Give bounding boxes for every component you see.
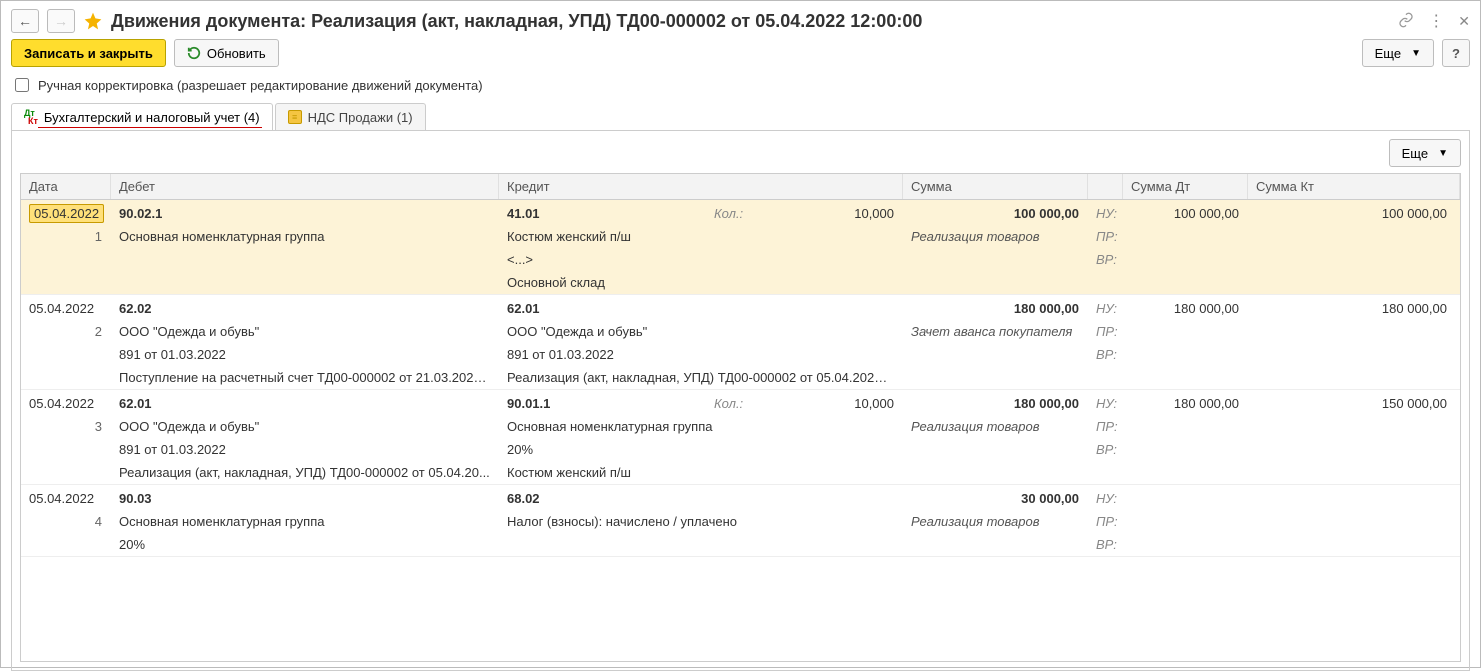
more-button[interactable]: Еще ▼ (1362, 39, 1434, 67)
col-credit[interactable]: Кредит (499, 174, 903, 199)
tab-accounting[interactable]: ДтКт Бухгалтерский и налоговый учет (4) (11, 103, 273, 130)
help-button[interactable]: ? (1442, 39, 1470, 67)
posting-row[interactable]: 05.04.2022 90.03 68.02 30 000,00 НУ: 4 О… (21, 485, 1460, 557)
posting-row[interactable]: 05.04.2022 62.01 90.01.1Кол.:10,000 180 … (21, 390, 1460, 485)
manual-edit-checkbox[interactable] (15, 78, 29, 92)
kebab-menu-icon[interactable]: ⋮ (1428, 11, 1444, 31)
grid-more-label: Еще (1402, 146, 1428, 161)
dtkt-icon: ДтКт (24, 109, 38, 125)
col-tax (1088, 174, 1123, 199)
more-label: Еще (1375, 46, 1401, 61)
caret-down-icon: ▼ (1411, 48, 1421, 59)
close-icon[interactable]: ✕ (1458, 13, 1470, 30)
manual-edit-label: Ручная корректировка (разрешает редактир… (38, 78, 483, 93)
col-debit[interactable]: Дебет (111, 174, 499, 199)
manual-edit-checkbox-row[interactable]: Ручная корректировка (разрешает редактир… (11, 75, 1470, 95)
save-and-close-button[interactable]: Записать и закрыть (11, 39, 166, 67)
tab-vat-label: НДС Продажи (1) (308, 110, 413, 125)
tab-vat-sales[interactable]: ≡ НДС Продажи (1) (275, 103, 426, 130)
tab-accounting-label: Бухгалтерский и налоговый учет (4) (44, 110, 260, 125)
col-sum[interactable]: Сумма (903, 174, 1088, 199)
refresh-button[interactable]: Обновить (174, 39, 279, 67)
favorite-star-icon[interactable] (83, 11, 103, 31)
postings-grid[interactable]: Дата Дебет Кредит Сумма Сумма Дт Сумма К… (20, 173, 1461, 662)
grid-header-row: Дата Дебет Кредит Сумма Сумма Дт Сумма К… (21, 174, 1460, 200)
nav-back-button[interactable]: ← (11, 9, 39, 33)
document-icon: ≡ (288, 110, 302, 124)
refresh-label: Обновить (207, 46, 266, 61)
nav-forward-button[interactable]: → (47, 9, 75, 33)
window-title: Движения документа: Реализация (акт, нак… (111, 11, 1390, 32)
col-sumkt[interactable]: Сумма Кт (1248, 174, 1460, 199)
caret-down-icon: ▼ (1438, 148, 1448, 159)
posting-row[interactable]: 05.04.2022 62.02 62.01 180 000,00 НУ: 18… (21, 295, 1460, 390)
refresh-icon (187, 46, 201, 60)
col-date[interactable]: Дата (21, 174, 111, 199)
col-sumdt[interactable]: Сумма Дт (1123, 174, 1248, 199)
link-icon[interactable] (1398, 12, 1414, 31)
posting-row[interactable]: 05.04.2022 90.02.1 41.01Кол.:10,000 100 … (21, 200, 1460, 295)
grid-more-button[interactable]: Еще ▼ (1389, 139, 1461, 167)
